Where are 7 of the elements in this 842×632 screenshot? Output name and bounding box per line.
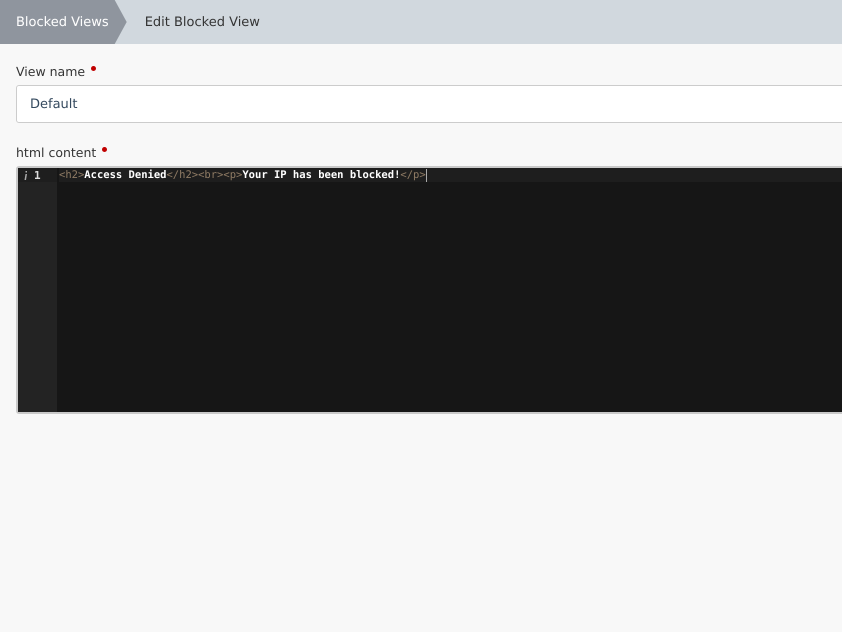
field-label: html content [16,145,96,160]
field-label: View name [16,64,86,79]
line-number: 1 [34,168,41,182]
info-icon [24,170,28,180]
view-name-field[interactable]: Default [16,85,842,123]
code-line: <h2>Access Denied</h2><br><p>Your IP has been blocked!</p> [59,168,426,182]
code-editor[interactable]: 1 <h2>Access Denied</h2><br><p>Your IP has been blocked!</p> [16,166,842,414]
